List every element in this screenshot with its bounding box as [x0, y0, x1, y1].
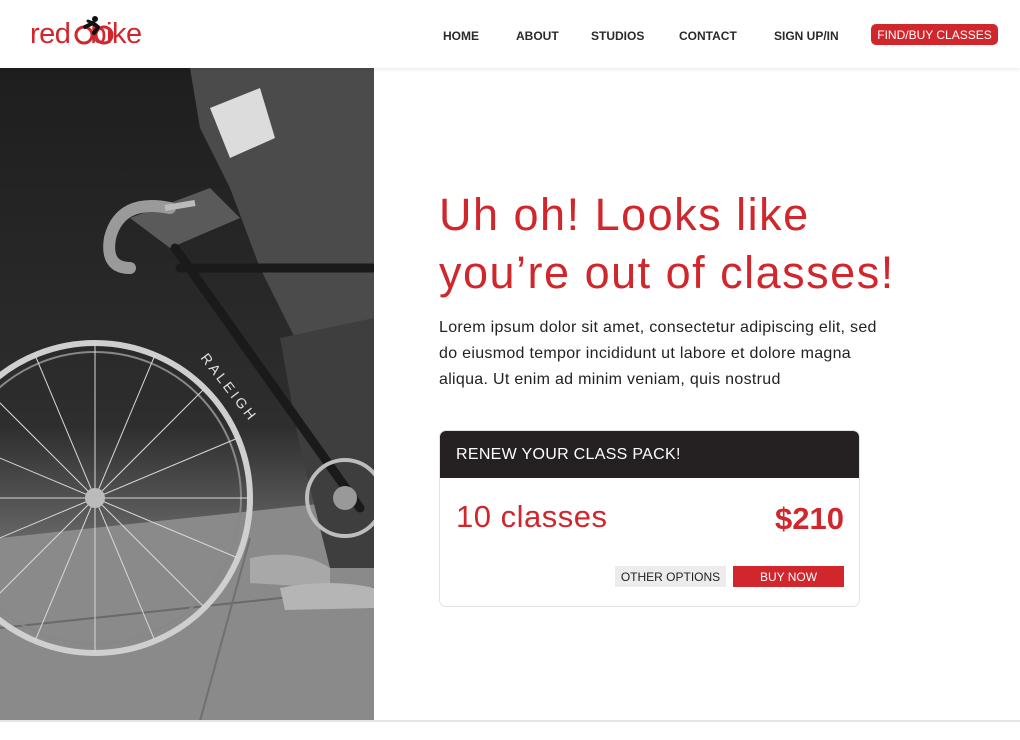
- buy-now-button[interactable]: BUY NOW: [733, 566, 844, 587]
- top-navigation: red bike HOME ABOUT STUDIOS CONTACT SIGN …: [0, 0, 1020, 68]
- nav-about[interactable]: ABOUT: [516, 29, 559, 43]
- nav-studios[interactable]: STUDIOS: [591, 29, 644, 43]
- nav-home[interactable]: HOME: [443, 29, 479, 43]
- footer-divider: [0, 720, 1020, 722]
- card-title: RENEW YOUR CLASS PACK!: [440, 431, 859, 478]
- cyclist-logo-icon: [74, 16, 114, 45]
- cyclist-with-bicycle-photo: RALEIGH: [0, 68, 374, 721]
- class-pack-price: $210: [775, 501, 844, 536]
- hero-body-text: Lorem ipsum dolor sit amet, consectetur …: [439, 319, 877, 388]
- class-quantity: 10 classes: [456, 499, 608, 534]
- page-headline: Uh oh! Looks like you’re out of classes!: [439, 189, 895, 298]
- other-options-button[interactable]: OTHER OPTIONS: [615, 566, 726, 587]
- nav-contact[interactable]: CONTACT: [679, 29, 737, 43]
- find-buy-classes-button[interactable]: FIND/BUY CLASSES: [871, 24, 998, 45]
- renew-class-pack-card: RENEW YOUR CLASS PACK! 10 classes $210 O…: [439, 430, 860, 607]
- redbike-logo[interactable]: red bike: [30, 16, 142, 49]
- bicycle-photo-illustration: RALEIGH: [0, 68, 374, 721]
- nav-sign-up-in[interactable]: SIGN UP/IN: [774, 29, 839, 43]
